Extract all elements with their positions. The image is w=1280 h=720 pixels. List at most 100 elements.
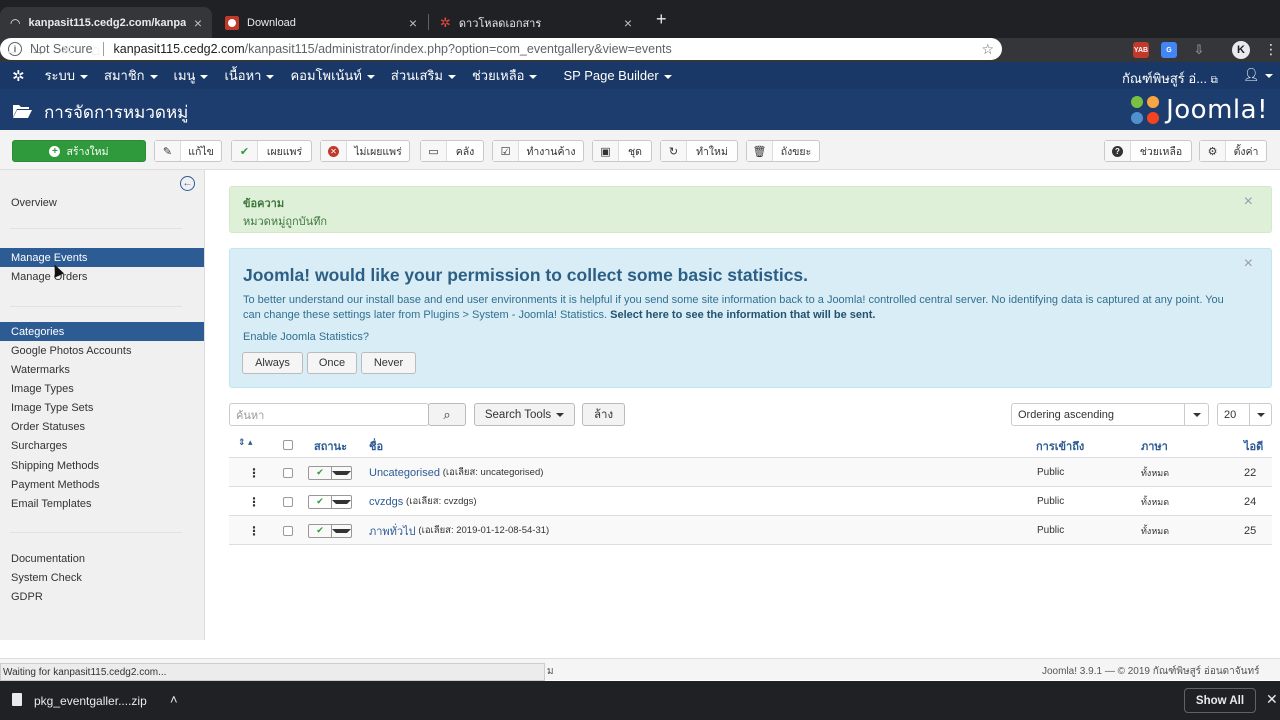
- collapse-sidebar-icon[interactable]: ←: [180, 176, 195, 191]
- trash-icon: 🗑︎: [747, 141, 773, 161]
- menu-sp-page-builder[interactable]: SP Page Builder: [563, 68, 672, 83]
- sidebar-item-email-templates[interactable]: Email Templates: [0, 494, 204, 513]
- sidebar-item-watermarks[interactable]: Watermarks: [0, 360, 204, 379]
- sidebar-item-documentation[interactable]: Documentation: [0, 549, 204, 568]
- address-bar[interactable]: i Not Secure kanpasit115.cedg2.com/kanpa…: [0, 38, 1002, 60]
- always-button[interactable]: Always: [242, 352, 303, 374]
- rebuild-button[interactable]: ↻ ทำใหม่: [660, 140, 738, 162]
- batch-button[interactable]: ▣ ชุด: [592, 140, 652, 162]
- search-button[interactable]: ⌕: [428, 403, 466, 426]
- column-status[interactable]: สถานะ: [314, 437, 347, 455]
- menu-content[interactable]: เนื้อหา: [224, 65, 275, 86]
- publish-toggle[interactable]: ✔: [308, 516, 352, 545]
- bookmark-star-icon[interactable]: ☆: [981, 41, 994, 58]
- close-icon[interactable]: ×: [1244, 193, 1253, 211]
- column-language[interactable]: ภาษา: [1141, 437, 1168, 455]
- column-id[interactable]: ไอดี: [1244, 437, 1263, 455]
- sidebar-item-surcharges[interactable]: Surcharges: [0, 436, 204, 455]
- checkin-button[interactable]: ☑ ทำงานค้าง: [492, 140, 584, 162]
- limit-select[interactable]: 20: [1217, 403, 1272, 426]
- help-button[interactable]: ? ช่วยเหลือ: [1104, 140, 1192, 162]
- column-access[interactable]: การเข้าถึง: [1036, 437, 1084, 455]
- sidebar-item-google-photos[interactable]: Google Photos Accounts: [0, 341, 204, 360]
- archive-button[interactable]: ▭ คลัง: [420, 140, 484, 162]
- publish-toggle[interactable]: ✔: [308, 487, 352, 516]
- tab-download[interactable]: Download ×: [215, 7, 427, 38]
- check-icon: ✔: [232, 141, 258, 161]
- close-icon[interactable]: ×: [624, 15, 632, 31]
- menu-help[interactable]: ช่วยเหลือ: [472, 65, 538, 86]
- sidebar-item-overview[interactable]: Overview: [0, 193, 204, 212]
- translate-extension-icon[interactable]: G: [1161, 42, 1177, 58]
- new-tab-button[interactable]: +: [656, 9, 667, 30]
- sidebar-item-payment-methods[interactable]: Payment Methods: [0, 475, 204, 494]
- loading-spinner-icon: ◠: [10, 15, 21, 30]
- options-button[interactable]: ⚙ ตั้งค่า: [1199, 140, 1267, 162]
- stats-info-link[interactable]: Select here to see the information that …: [610, 309, 875, 321]
- page-title: การจัดการหมวดหมู่: [44, 103, 189, 122]
- show-all-button[interactable]: Show All: [1184, 688, 1256, 713]
- download-extension-icon[interactable]: ⇩: [1191, 42, 1207, 58]
- sidebar-item-categories[interactable]: Categories: [0, 322, 204, 341]
- menu-extensions[interactable]: ส่วนเสริม: [391, 65, 456, 86]
- row-checkbox[interactable]: [283, 458, 293, 487]
- close-icon[interactable]: ×: [1244, 255, 1253, 273]
- edit-button[interactable]: ✎ แก้ไข: [154, 140, 222, 162]
- profile-avatar[interactable]: K: [1232, 41, 1250, 59]
- unpublish-button[interactable]: ✕ ไม่เผยแพร่: [320, 140, 410, 162]
- chevron-up-icon[interactable]: ˄: [170, 692, 178, 707]
- close-icon[interactable]: ✕: [1266, 691, 1278, 708]
- menu-menus[interactable]: เมนู: [174, 65, 209, 86]
- user-menu[interactable]: 👤︎: [1243, 67, 1273, 83]
- row-title-link[interactable]: cvzdgs: [369, 496, 403, 508]
- sidebar-item-image-types[interactable]: Image Types: [0, 379, 204, 398]
- menu-system[interactable]: ระบบ: [45, 65, 89, 86]
- tab-admin[interactable]: ◠ kanpasit115.cedg2.com/kanpa ×: [0, 7, 212, 38]
- edit-icon: ✎: [155, 141, 181, 161]
- sidebar-item-system-check[interactable]: System Check: [0, 568, 204, 587]
- close-icon[interactable]: ×: [409, 15, 417, 31]
- back-icon[interactable]: ←: [0, 38, 24, 62]
- menu-components[interactable]: คอมโพเน้นท์: [290, 65, 375, 86]
- sort-ordering-icon[interactable]: ⇕ ▴: [238, 437, 253, 448]
- home-icon[interactable]: ⌂: [84, 38, 108, 62]
- close-icon[interactable]: ×: [194, 15, 202, 31]
- sidebar-item-shipping-methods[interactable]: Shipping Methods: [0, 456, 204, 475]
- menu-dots-icon[interactable]: ⋮: [1264, 41, 1278, 58]
- tab-documents[interactable]: ✲ ดาวโหลดเอกสาร ×: [430, 7, 642, 38]
- clear-button[interactable]: ล้าง: [582, 403, 625, 426]
- row-title-link[interactable]: ภาพทั่วไป: [369, 522, 416, 540]
- forward-icon[interactable]: →: [26, 38, 50, 62]
- search-input[interactable]: ค้นหา: [229, 403, 429, 426]
- column-title[interactable]: ชื่อ: [369, 437, 383, 455]
- stop-icon[interactable]: ✕: [55, 38, 79, 62]
- trash-button[interactable]: 🗑︎ ถังขยะ: [746, 140, 820, 162]
- search-tools-button[interactable]: Search Tools: [474, 403, 575, 426]
- drag-handle-icon[interactable]: ⋮: [248, 458, 260, 487]
- yab-extension-icon[interactable]: YAB: [1133, 42, 1149, 58]
- row-checkbox[interactable]: [283, 487, 293, 516]
- sidebar-item-image-type-sets[interactable]: Image Type Sets: [0, 398, 204, 417]
- sidebar-item-order-statuses[interactable]: Order Statuses: [0, 417, 204, 436]
- sidebar-item-manage-orders[interactable]: Manage Orders: [0, 267, 204, 286]
- once-button[interactable]: Once: [307, 352, 357, 374]
- download-file-name[interactable]: pkg_eventgaller....zip: [34, 694, 147, 708]
- row-title-link[interactable]: Uncategorised: [369, 467, 440, 479]
- never-button[interactable]: Never: [361, 352, 416, 374]
- drag-handle-icon[interactable]: ⋮: [248, 487, 260, 516]
- publish-button[interactable]: ✔ เผยแพร่: [231, 140, 312, 162]
- new-button[interactable]: + สร้างใหม่: [12, 140, 146, 162]
- drag-handle-icon[interactable]: ⋮: [248, 516, 260, 545]
- sidebar-item-gdpr[interactable]: GDPR: [0, 587, 204, 606]
- row-checkbox[interactable]: [283, 516, 293, 545]
- row-alias: (เอเลียส: uncategorised): [442, 467, 544, 478]
- ordering-select[interactable]: Ordering ascending: [1011, 403, 1209, 426]
- sidebar-item-manage-events[interactable]: Manage Events: [0, 248, 204, 267]
- menu-label: ช่วยเหลือ: [471, 68, 525, 83]
- select-all-checkbox[interactable]: [283, 440, 293, 450]
- site-link[interactable]: กัณฑ์พิษสูร์ อ่... ⧉: [1122, 68, 1218, 89]
- joomla-menu-icon[interactable]: ✲: [12, 67, 25, 85]
- menu-users[interactable]: สมาชิก: [104, 65, 158, 86]
- publish-toggle[interactable]: ✔: [308, 458, 352, 487]
- row-language: ทั้งหมด: [1141, 467, 1170, 478]
